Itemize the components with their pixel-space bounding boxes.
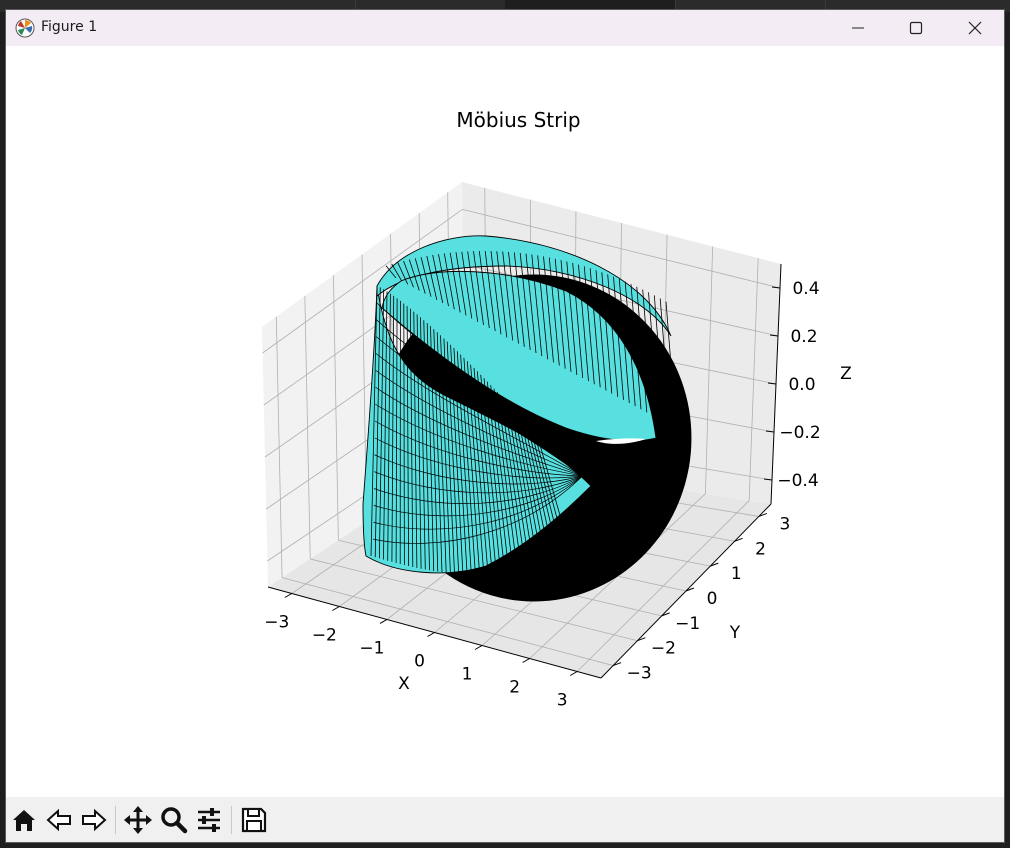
maximize-button[interactable] bbox=[887, 10, 945, 46]
configure-subplots-icon bbox=[198, 808, 220, 832]
y-tick-label: 2 bbox=[755, 539, 766, 559]
x-tick-label: 3 bbox=[557, 691, 568, 711]
minimize-icon bbox=[852, 27, 864, 29]
zoom-button[interactable] bbox=[158, 804, 190, 836]
plot-3d[interactable]: −3−2−10123−3−2−10123−0.4−0.20.00.20.4 X … bbox=[6, 46, 1004, 797]
x-tick bbox=[569, 671, 578, 676]
y-axis-label: Y bbox=[729, 623, 741, 643]
pan-icon bbox=[124, 806, 152, 834]
toolbar-separator bbox=[231, 806, 232, 834]
y-tick-label: −2 bbox=[651, 639, 676, 659]
y-tick-label: −1 bbox=[675, 614, 700, 634]
navigation-toolbar bbox=[6, 797, 1004, 842]
x-tick bbox=[332, 606, 340, 611]
x-axis-label: X bbox=[398, 674, 410, 694]
x-tick bbox=[284, 593, 293, 598]
title-bar[interactable]: Figure 1 bbox=[6, 10, 1004, 46]
matplotlib-logo-icon bbox=[15, 18, 35, 38]
z-tick-label: 0.0 bbox=[788, 375, 815, 395]
home-icon bbox=[13, 810, 35, 831]
configure-subplots-button[interactable] bbox=[193, 804, 225, 836]
toolbar-separator bbox=[115, 806, 116, 834]
x-tick bbox=[379, 619, 388, 624]
forward-icon bbox=[82, 808, 107, 832]
x-tick-label: −1 bbox=[359, 639, 384, 659]
z-axis-label: Z bbox=[840, 364, 852, 384]
x-tick-label: 2 bbox=[509, 678, 520, 698]
x-tick-label: −3 bbox=[264, 613, 289, 633]
zoom-icon bbox=[161, 807, 188, 834]
x-tick-label: −2 bbox=[312, 626, 337, 646]
window-title: Figure 1 bbox=[41, 19, 98, 35]
home-button[interactable] bbox=[8, 804, 40, 836]
close-button[interactable] bbox=[946, 10, 1004, 46]
forward-button[interactable] bbox=[78, 804, 110, 836]
y-tick-label: 0 bbox=[707, 589, 718, 609]
back-icon bbox=[46, 808, 71, 832]
save-button[interactable] bbox=[238, 804, 270, 836]
y-tick-label: 3 bbox=[779, 514, 790, 534]
z-tick-label: −0.2 bbox=[779, 423, 820, 443]
save-icon bbox=[241, 807, 267, 833]
z-tick-label: 0.4 bbox=[792, 279, 819, 299]
minimize-button[interactable] bbox=[829, 10, 887, 46]
x-tick bbox=[474, 645, 483, 650]
close-icon bbox=[968, 21, 982, 35]
z-tick-label: 0.2 bbox=[790, 327, 817, 347]
background-editor-edge bbox=[1005, 12, 1010, 842]
y-tick-label: −3 bbox=[627, 664, 652, 684]
pan-button[interactable] bbox=[122, 804, 154, 836]
y-tick-label: 1 bbox=[731, 564, 742, 584]
z-tick-label: −0.4 bbox=[777, 471, 818, 491]
x-tick bbox=[522, 658, 530, 663]
back-button[interactable] bbox=[43, 804, 75, 836]
figure-window: Figure 1 Möbius Strip −3 −2 −1 0 1 2 3 −3 −2 −1 0 1… bbox=[5, 9, 1005, 843]
x-tick-label: 1 bbox=[462, 665, 473, 685]
maximize-icon bbox=[909, 21, 923, 35]
figure-canvas[interactable]: Möbius Strip −3 −2 −1 0 1 2 3 −3 −2 −1 0 1 2 3 −0.4 −0.… bbox=[6, 46, 1004, 797]
x-tick bbox=[427, 632, 435, 637]
x-tick-label: 0 bbox=[414, 652, 425, 672]
